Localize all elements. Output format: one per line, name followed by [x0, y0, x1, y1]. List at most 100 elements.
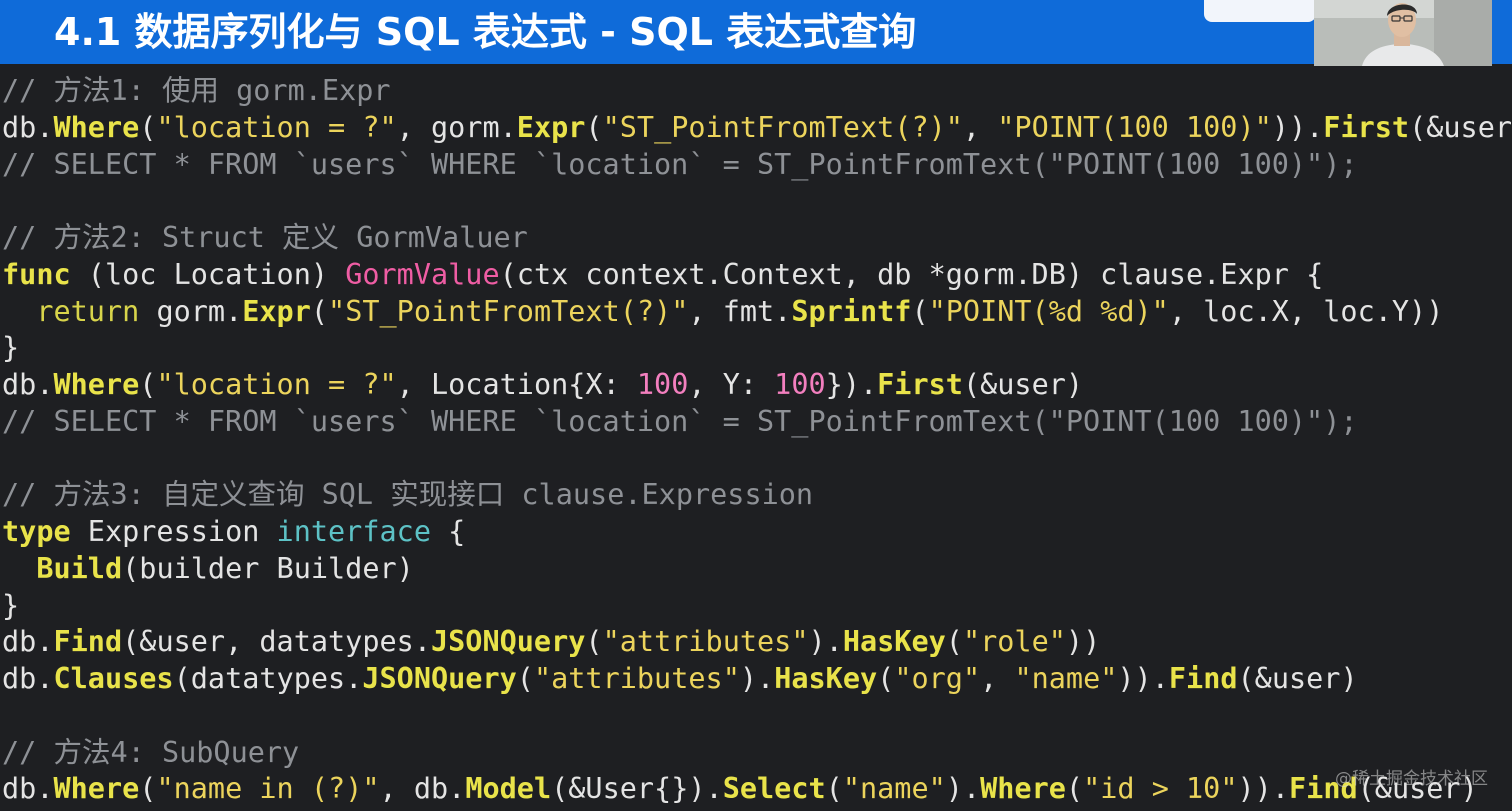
code-text: ( — [139, 110, 157, 144]
number-literal: 100 — [774, 368, 826, 401]
keyword: type — [2, 515, 71, 548]
code-text: } — [2, 331, 20, 365]
code-text: ( — [945, 625, 963, 659]
code-text: ( — [825, 772, 843, 806]
watermark: @稀土掘金技术社区 — [1335, 769, 1488, 789]
string-literal: "ST_PointFromText(?)" — [328, 294, 689, 328]
code-text: (ctx context.Context, db *gorm.DB) claus… — [499, 257, 1324, 291]
code-text: ( — [585, 110, 603, 144]
code-text: )). — [1237, 772, 1289, 806]
function-call: Where — [53, 772, 140, 806]
code-text: )). — [1271, 110, 1324, 144]
function-call: Sprintf — [791, 294, 912, 328]
code-line: db.Find(&user, datatypes.JSONQuery("attr… — [2, 624, 1507, 661]
code-text: ( — [139, 772, 157, 806]
code-block: // 方法1: 使用 gorm.Expr db.Where("location =… — [2, 73, 1512, 808]
webcam-overlay — [1314, 0, 1492, 66]
code-line: return gorm.Expr("ST_PointFromText(?)", … — [2, 294, 1507, 331]
code-text: ( — [139, 368, 157, 401]
string-literal: "location = ?" — [156, 368, 397, 401]
string-literal: "name" — [842, 772, 946, 806]
code-line: func (loc Location) GormValue(ctx contex… — [2, 257, 1507, 294]
slide-title: 4.1 数据序列化与 SQL 表达式 - SQL 表达式查询 — [54, 10, 917, 54]
code-text: (&user) — [962, 368, 1084, 401]
function-call: First — [877, 368, 963, 401]
code-line: // 方法4: SubQuery — [2, 735, 1507, 772]
string-literal: "location = ?" — [156, 110, 397, 144]
function-call: Where — [53, 368, 140, 401]
code-line: type Expression interface { — [2, 514, 1507, 551]
code-text: db. — [2, 662, 54, 695]
number-literal: 100 — [636, 368, 689, 401]
code-line: // 方法3: 自定义查询 SQL 实现接口 clause.Expression — [2, 477, 1507, 514]
string-literal: "attributes" — [533, 662, 740, 695]
code-text: { — [430, 515, 466, 548]
function-call: First — [1323, 110, 1410, 144]
code-text: }). — [825, 368, 878, 401]
title-bar: 4.1 数据序列化与 SQL 表达式 - SQL 表达式查询 — [0, 0, 1512, 64]
code-text: } — [2, 588, 20, 622]
function-call: Find — [1168, 662, 1238, 695]
code-text: (&user, datatypes. — [122, 625, 431, 659]
code-text: , Y: — [688, 368, 775, 401]
function-call: Model — [465, 772, 552, 806]
code-text: ). — [739, 662, 775, 695]
code-comment: // SELECT * FROM `users` WHERE `location… — [2, 404, 1358, 438]
function-call: JSONQuery — [362, 662, 517, 695]
code-line: } — [2, 588, 1507, 625]
string-literal: "POINT(100 100)" — [997, 110, 1272, 144]
function-call: Expr — [516, 110, 586, 144]
code-text: (&user) — [1237, 662, 1358, 695]
code-text: , — [980, 662, 1015, 695]
code-text: , loc.X, loc.Y)) — [1168, 294, 1444, 328]
code-text: ( — [877, 662, 895, 695]
code-line: db.Where("name in (?)", db.Model(&User{}… — [2, 771, 1507, 808]
code-text: ( — [516, 662, 534, 695]
code-text: (loc Location) — [70, 257, 346, 291]
string-literal: "ST_PointFromText(?)" — [602, 110, 963, 144]
code-text: , Location{X: — [396, 368, 637, 401]
code-line: } — [2, 330, 1507, 367]
code-text: , — [962, 110, 998, 144]
code-text: ( — [310, 294, 329, 328]
code-line: db.Clauses(datatypes.JSONQuery("attribut… — [2, 661, 1507, 698]
code-text: , db. — [379, 772, 466, 806]
keyword: func — [2, 257, 71, 291]
string-literal: "role" — [962, 625, 1066, 659]
string-literal: "name" — [1014, 662, 1118, 695]
string-literal: "attributes" — [602, 625, 809, 659]
code-line: db.Where("location = ?", Location{X: 100… — [2, 367, 1507, 404]
code-text: db. — [2, 772, 54, 806]
code-text: ( — [1065, 772, 1084, 806]
function-call: Find — [53, 625, 123, 659]
presenter-video-icon — [1314, 0, 1492, 66]
function-call: Where — [980, 772, 1066, 806]
code-text: )). — [1117, 662, 1169, 695]
code-line: // 方法1: 使用 gorm.Expr — [2, 73, 1507, 110]
code-line: Build(builder Builder) — [2, 551, 1507, 588]
method-name: GormValue — [345, 257, 500, 291]
code-comment: // 方法1: 使用 gorm.Expr — [2, 74, 391, 107]
code-text: ( — [911, 294, 929, 328]
code-line: // 方法2: Struct 定义 GormValuer — [2, 220, 1507, 257]
function-call: Select — [722, 772, 826, 806]
string-literal: "org" — [894, 662, 981, 695]
function-call: HasKey — [842, 625, 946, 659]
function-call: Clauses — [53, 662, 174, 695]
function-call: Build — [36, 551, 123, 585]
function-call: Where — [53, 110, 140, 144]
code-line: // SELECT * FROM `users` WHERE `location… — [2, 404, 1507, 441]
function-call: Expr — [242, 294, 311, 328]
string-literal: "name in (?)" — [156, 772, 380, 806]
type-keyword: interface — [276, 515, 431, 548]
code-text: , gorm. — [396, 110, 517, 144]
code-comment: // 方法2: Struct 定义 GormValuer — [2, 221, 528, 254]
function-call: HasKey — [774, 662, 878, 695]
function-call: JSONQuery — [430, 625, 586, 659]
code-text: (&user) — [1409, 110, 1512, 144]
